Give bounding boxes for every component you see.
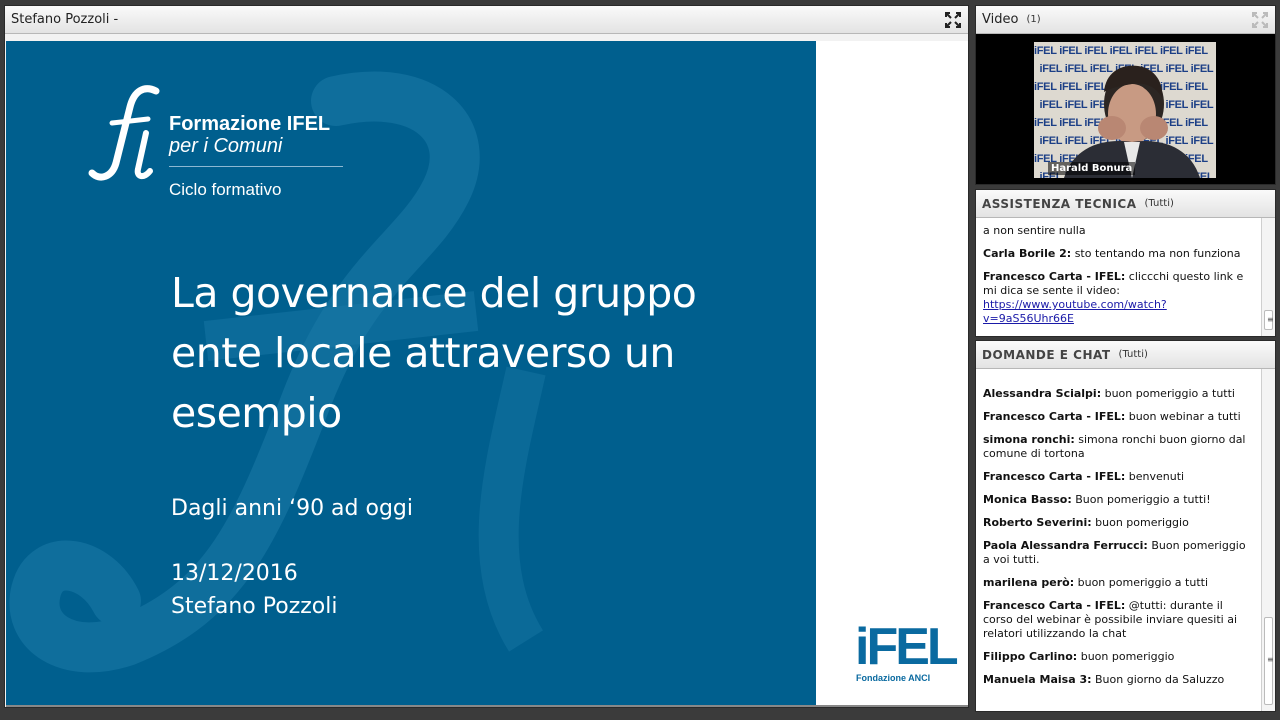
message-author: Roberto Severini: [983, 516, 1092, 529]
share-bottom-border [6, 705, 968, 707]
message-author: Manuela Maisa 3: [983, 673, 1092, 686]
message-author: Paola Alessandra Ferrucci: [983, 539, 1148, 552]
chat-message: a non sentire nulla [976, 224, 1261, 238]
chat-message: simona ronchi: simona ronchi buon giorno… [976, 433, 1261, 461]
chat-message: Filippo Carlino: buon pomeriggio [976, 650, 1261, 664]
chat-message: Carla Borile 2: sto tentando ma non funz… [976, 247, 1261, 261]
chat-message: Paola Alessandra Ferrucci: Buon pomerigg… [976, 539, 1261, 567]
ifel-logo: iFEL [855, 618, 959, 676]
share-pod: Stefano Pozzoli - Formazione IFEL per i … [4, 5, 969, 708]
chat-message: marilena però: buon pomeriggio a tutti [976, 576, 1261, 590]
message-author: Carla Borile 2: [983, 247, 1072, 260]
message-text: benvenuti [1125, 470, 1185, 483]
fi-logo-icon [88, 85, 160, 181]
speaker-name: Harald Bonura [1048, 162, 1136, 175]
assist-pod-title: ASSISTENZA TECNICA [982, 196, 1137, 211]
message-text: Buon giorno da Saluzzo [1091, 673, 1225, 686]
message-author: Alessandra Scialpi: [983, 387, 1102, 400]
speaker-silhouette [1064, 65, 1200, 178]
chat-pod-header: DOMANDE E CHAT (Tutti) [976, 341, 1275, 369]
presentation-slide: Formazione IFEL per i Comuni Ciclo forma… [6, 41, 968, 707]
grip-icon: ≡ [1267, 315, 1274, 324]
fullscreen-icon[interactable] [944, 11, 962, 29]
slide-title-line: ente locale attraverso un [171, 329, 675, 377]
webcam-feed: iFEL iFEL iFEL iFEL iFEL iFEL iFEL iFEL … [1034, 42, 1216, 178]
brand-name: Formazione IFEL [169, 113, 331, 135]
slide-title-line: La governance del gruppo [171, 269, 697, 317]
message-author: Francesco Carta - IFEL: [983, 470, 1126, 483]
video-pod-header: Video (1) [976, 6, 1275, 34]
slide-blue-panel: Formazione IFEL per i Comuni Ciclo forma… [6, 41, 816, 707]
message-text: buon pomeriggio a tutti [1074, 576, 1208, 589]
slide-subtitle: Dagli anni ‘90 ad oggi [171, 496, 413, 521]
brand-tagline: per i Comuni [169, 135, 283, 157]
chat-pod: DOMANDE E CHAT (Tutti) Alessandra Scialp… [975, 340, 1276, 712]
chat-message: Alessandra Scialpi: buon pomeriggio a tu… [976, 387, 1261, 401]
assist-message-list: a non sentire nulla Carla Borile 2: sto … [976, 218, 1261, 336]
slide-author: Stefano Pozzoli [171, 594, 338, 619]
brand-divider [169, 166, 343, 167]
video-count: (1) [1026, 14, 1041, 25]
slide-title: La governance del gruppo ente locale att… [171, 263, 771, 443]
video-pod-title: Video [982, 12, 1019, 27]
grip-icon: ≡ [1267, 655, 1274, 664]
chat-message: Francesco Carta - IFEL: @tutti: durante … [976, 599, 1261, 641]
chat-message: Francesco Carta - IFEL: buon webinar a t… [976, 410, 1261, 424]
chat-message-list: Alessandra Scialpi: buon pomeriggio a tu… [976, 369, 1261, 711]
chat-scrollbar[interactable]: ≡ [1261, 369, 1275, 711]
message-author: Francesco Carta - IFEL: [983, 410, 1126, 423]
chat-message: Francesco Carta - IFEL: benvenuti [976, 470, 1261, 484]
video-area[interactable]: iFEL iFEL iFEL iFEL iFEL iFEL iFEL iFEL … [976, 34, 1275, 184]
assist-audience[interactable]: (Tutti) [1145, 198, 1174, 209]
ifel-logo-subtitle: Fondazione ANCI [856, 673, 931, 683]
message-text: buon webinar a tutti [1125, 410, 1241, 423]
message-author: Francesco Carta - IFEL: [983, 270, 1126, 283]
chat-audience[interactable]: (Tutti) [1119, 349, 1148, 360]
assist-pod: ASSISTENZA TECNICA (Tutti) a non sentire… [975, 189, 1276, 337]
message-text: buon pomeriggio a tutti [1101, 387, 1235, 400]
message-text: buon pomeriggio [1077, 650, 1175, 663]
assist-scrollbar[interactable]: ≡ [1261, 218, 1275, 336]
brand-series: Ciclo formativo [169, 180, 282, 199]
scroll-thumb[interactable]: ≡ [1264, 617, 1274, 705]
message-author: simona ronchi: [983, 433, 1075, 446]
message-text: Buon pomeriggio a tutti! [1071, 493, 1211, 506]
message-author: Filippo Carlino: [983, 650, 1078, 663]
chat-message: Roberto Severini: buon pomeriggio [976, 516, 1261, 530]
message-author: Francesco Carta - IFEL: [983, 599, 1126, 612]
chat-message: Manuela Maisa 3: Buon giorno da Saluzzo [976, 673, 1261, 687]
message-author: marilena però: [983, 576, 1075, 589]
scroll-thumb[interactable]: ≡ [1264, 310, 1274, 330]
slide-title-line: esempio [171, 389, 342, 437]
share-pod-title: Stefano Pozzoli - [11, 12, 119, 27]
fullscreen-icon[interactable] [1251, 11, 1269, 29]
video-pod: Video (1) iFEL iFEL iFEL iFEL iFEL iFEL … [975, 5, 1276, 185]
share-pod-header: Stefano Pozzoli - [5, 6, 968, 34]
slide-date: 13/12/2016 [171, 561, 298, 586]
chat-message: Monica Basso: Buon pomeriggio a tutti! [976, 493, 1261, 507]
assist-pod-header: ASSISTENZA TECNICA (Tutti) [976, 190, 1275, 218]
youtube-link[interactable]: https://www.youtube.com/watch?v=9aS56Uhr… [983, 298, 1167, 325]
chat-message: Francesco Carta - IFEL: cliccchi questo … [976, 270, 1261, 326]
message-text: a non sentire nulla [983, 224, 1086, 237]
message-text: sto tentando ma non funziona [1071, 247, 1241, 260]
message-text: buon pomeriggio [1091, 516, 1189, 529]
message-author: Monica Basso: [983, 493, 1072, 506]
chat-pod-title: DOMANDE E CHAT [982, 347, 1111, 362]
